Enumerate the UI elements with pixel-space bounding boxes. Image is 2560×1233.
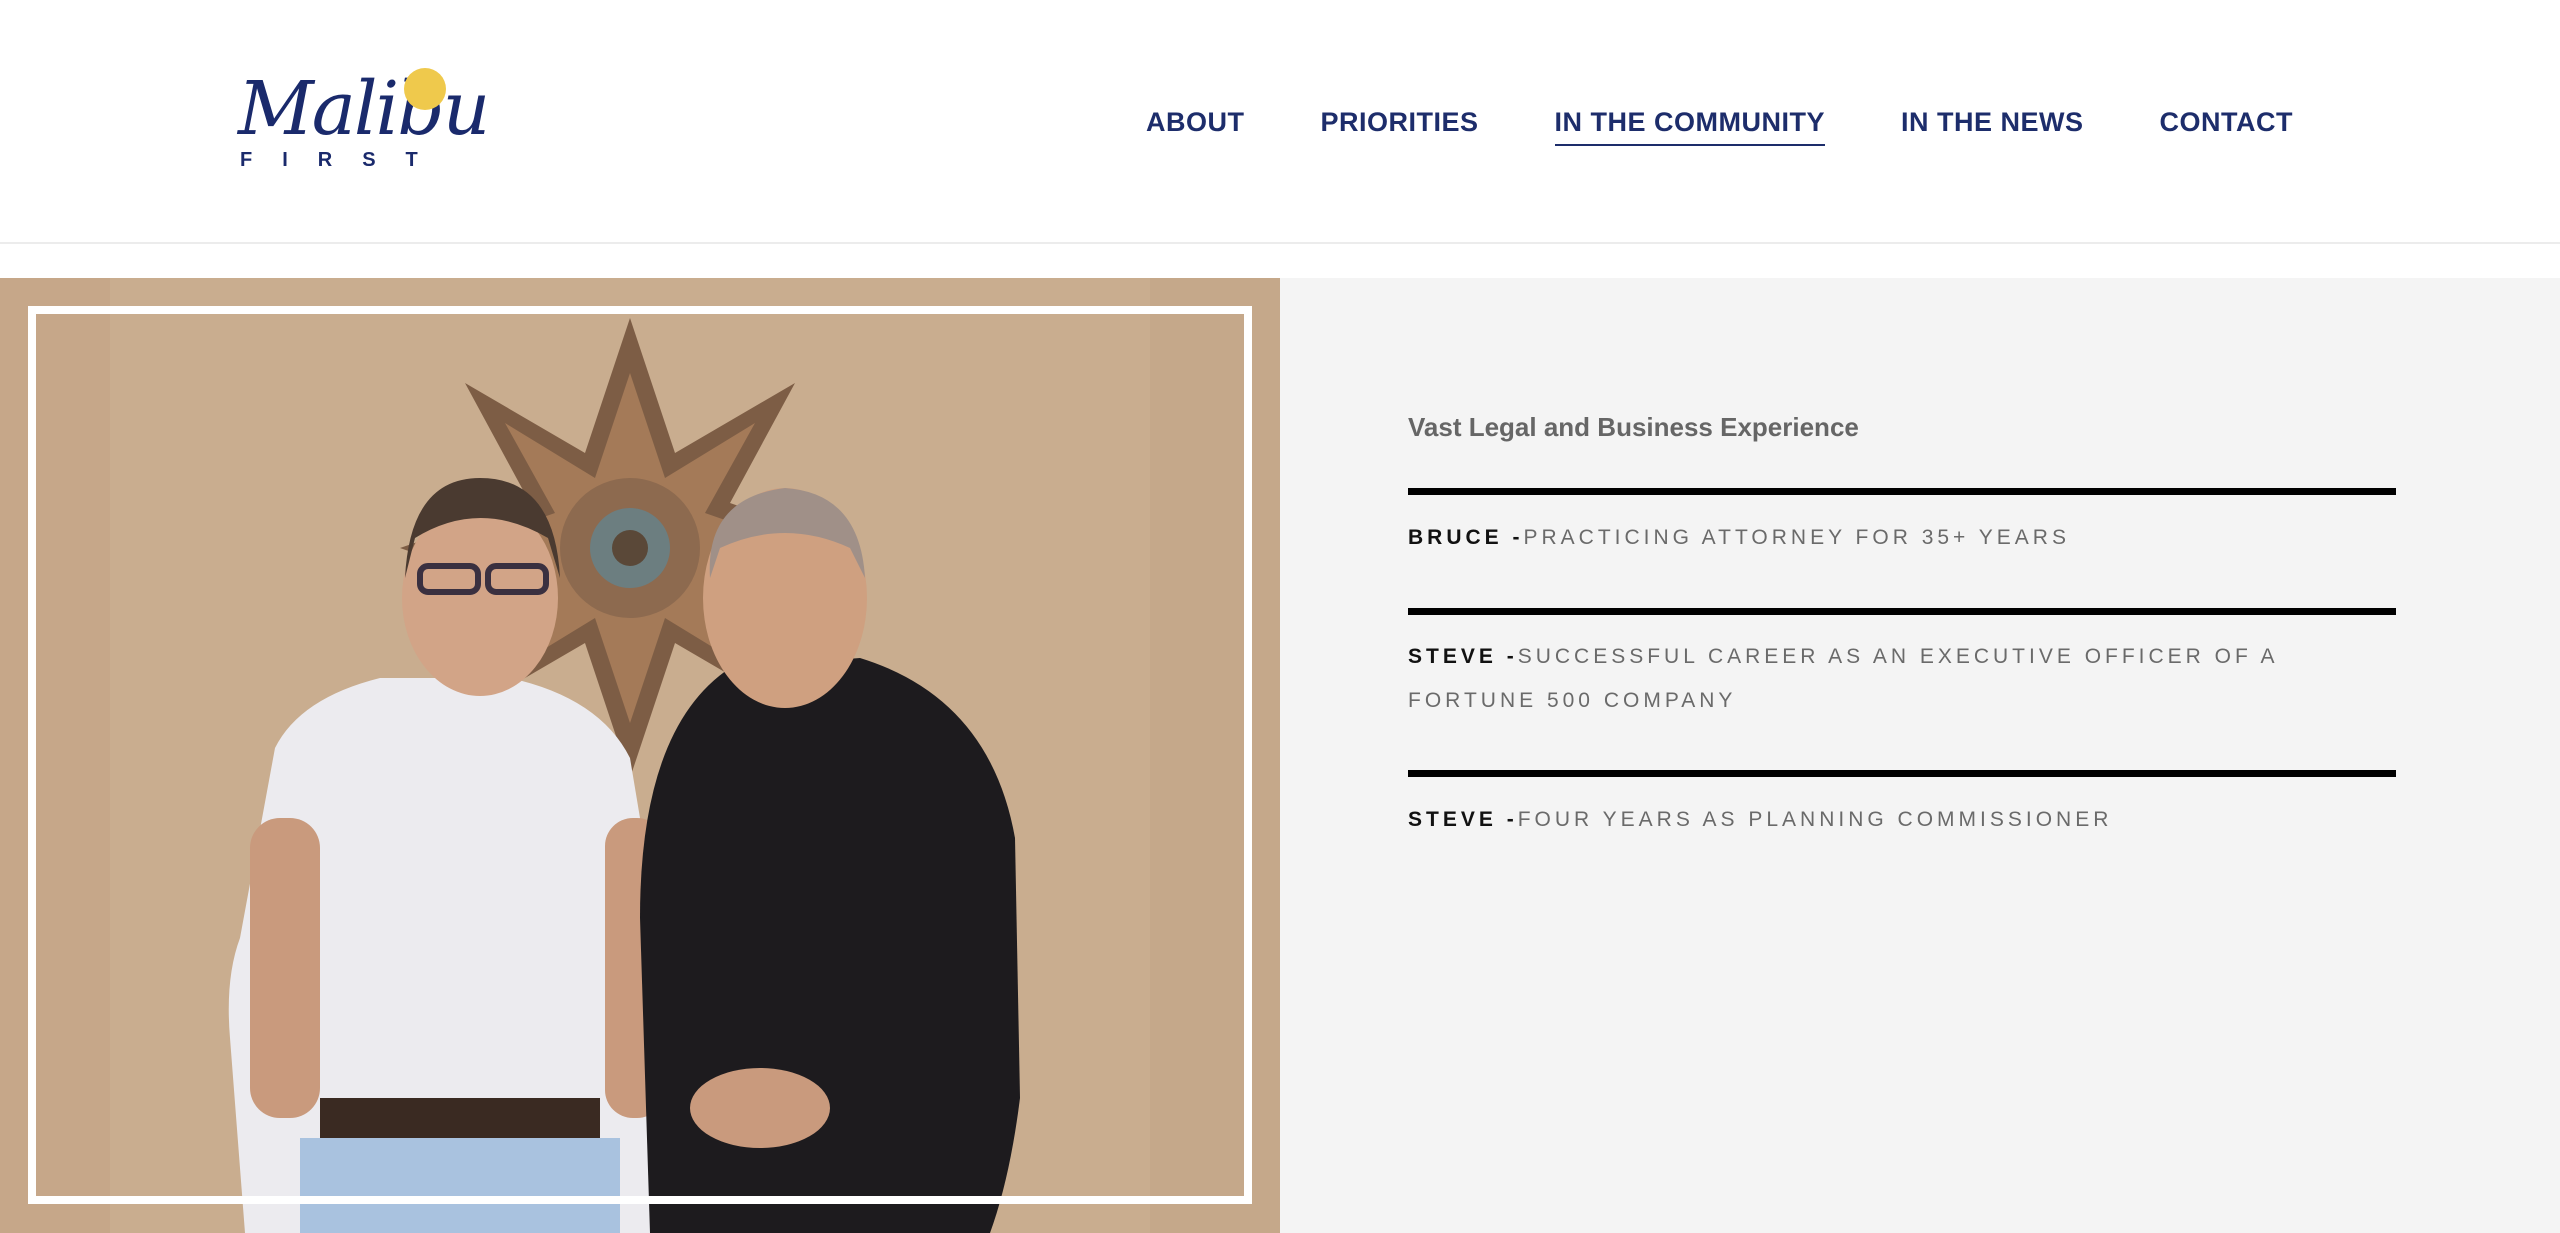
experience-panel: Vast Legal and Business Experience BRUCE…: [1280, 278, 2560, 1233]
experience-item: BRUCE -PRACTICING ATTORNEY FOR 35+ YEARS: [1408, 516, 2396, 560]
main-nav: ABOUT PRIORITIES IN THE COMMUNITY IN THE…: [1146, 102, 2293, 146]
site-header: Malibu FIRST ABOUT PRIORITIES IN THE COM…: [0, 0, 2560, 244]
nav-in-the-community[interactable]: IN THE COMMUNITY: [1554, 102, 1826, 146]
experience-item-name: BRUCE -: [1408, 526, 1524, 549]
nav-about[interactable]: ABOUT: [1146, 102, 1245, 146]
experience-item-name: STEVE -: [1408, 808, 1518, 831]
nav-priorities[interactable]: PRIORITIES: [1321, 102, 1479, 146]
candidates-photo: [0, 278, 1280, 1233]
experience-item-text: SUCCESSFUL CAREER AS AN EXECUTIVE OFFICE…: [1408, 645, 2278, 712]
nav-in-the-news[interactable]: IN THE NEWS: [1901, 102, 2084, 146]
logo-sub-text: FIRST: [240, 149, 448, 171]
divider-1: [1408, 488, 2396, 495]
logo-sun-icon: [404, 68, 446, 110]
divider-2: [1408, 608, 2396, 615]
experience-item-name: STEVE -: [1408, 645, 1518, 668]
site-logo[interactable]: Malibu FIRST: [238, 64, 490, 174]
logo-script-text: Malibu: [238, 66, 490, 152]
divider-3: [1408, 770, 2396, 777]
experience-heading: Vast Legal and Business Experience: [1408, 412, 1859, 442]
experience-item: STEVE -FOUR YEARS AS PLANNING COMMISSION…: [1408, 798, 2396, 842]
nav-contact[interactable]: CONTACT: [2160, 102, 2293, 146]
photo-frame: [28, 306, 1252, 1204]
experience-item-text: PRACTICING ATTORNEY FOR 35+ YEARS: [1523, 526, 2070, 549]
experience-item: STEVE -SUCCESSFUL CAREER AS AN EXECUTIVE…: [1408, 635, 2396, 723]
experience-item-text: FOUR YEARS AS PLANNING COMMISSIONER: [1517, 808, 2113, 831]
